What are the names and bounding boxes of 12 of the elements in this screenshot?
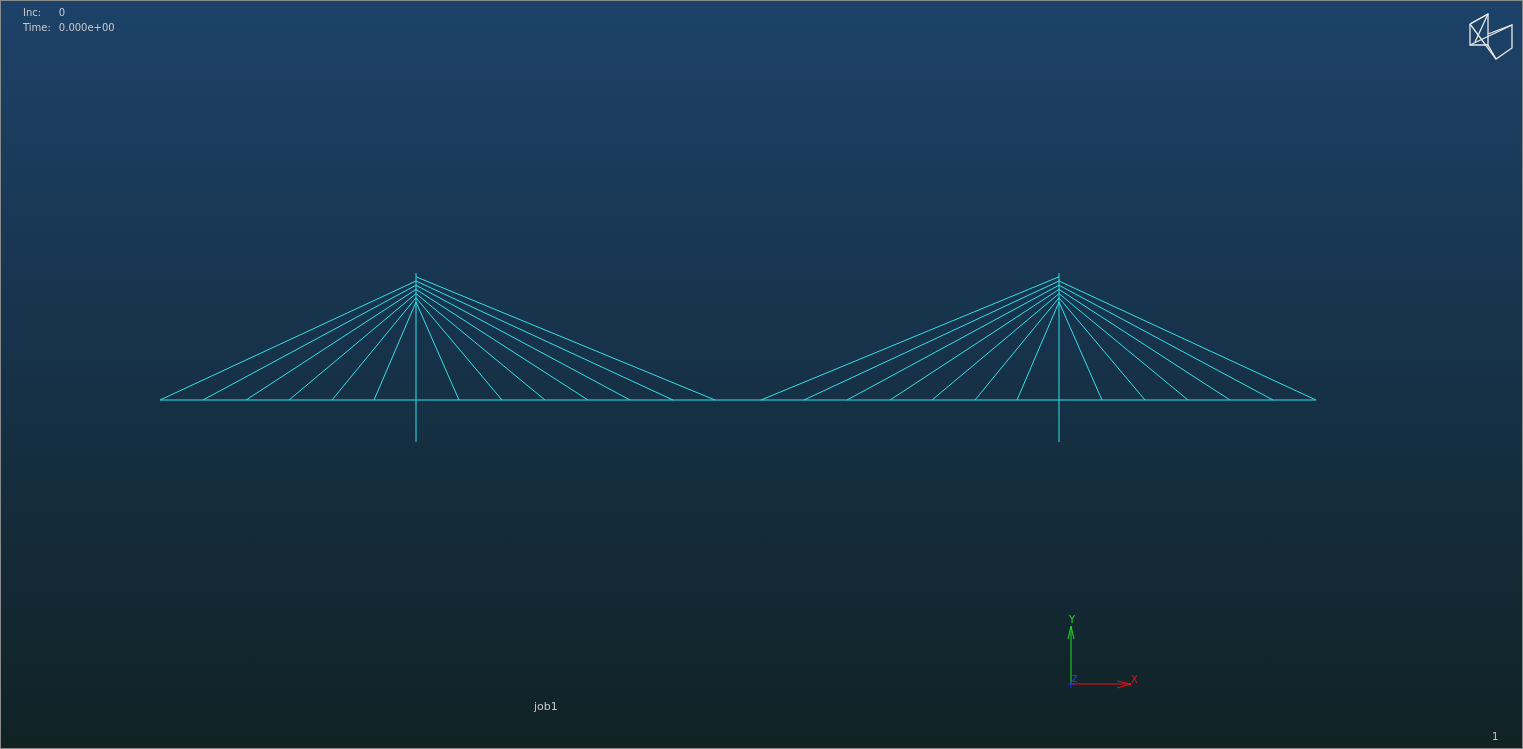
time-value: 0.000e+00 — [58, 22, 115, 33]
job-name: job1 — [534, 700, 558, 713]
view-cube-icon[interactable] — [1467, 12, 1513, 62]
page-number: 1 — [1492, 731, 1499, 742]
x-axis-label: X — [1131, 674, 1138, 685]
y-axis-label: Y — [1069, 614, 1076, 625]
viewport[interactable]: Inc: 0 Time: 0.000e+00 Y Z X job1 1 — [0, 0, 1523, 749]
increment-value: 0 — [58, 7, 67, 18]
time-label: Time: — [23, 22, 51, 33]
increment-label: Inc: — [23, 7, 43, 18]
axis-triad-drawing — [1067, 625, 1132, 689]
z-axis-label: Z — [1072, 675, 1078, 684]
